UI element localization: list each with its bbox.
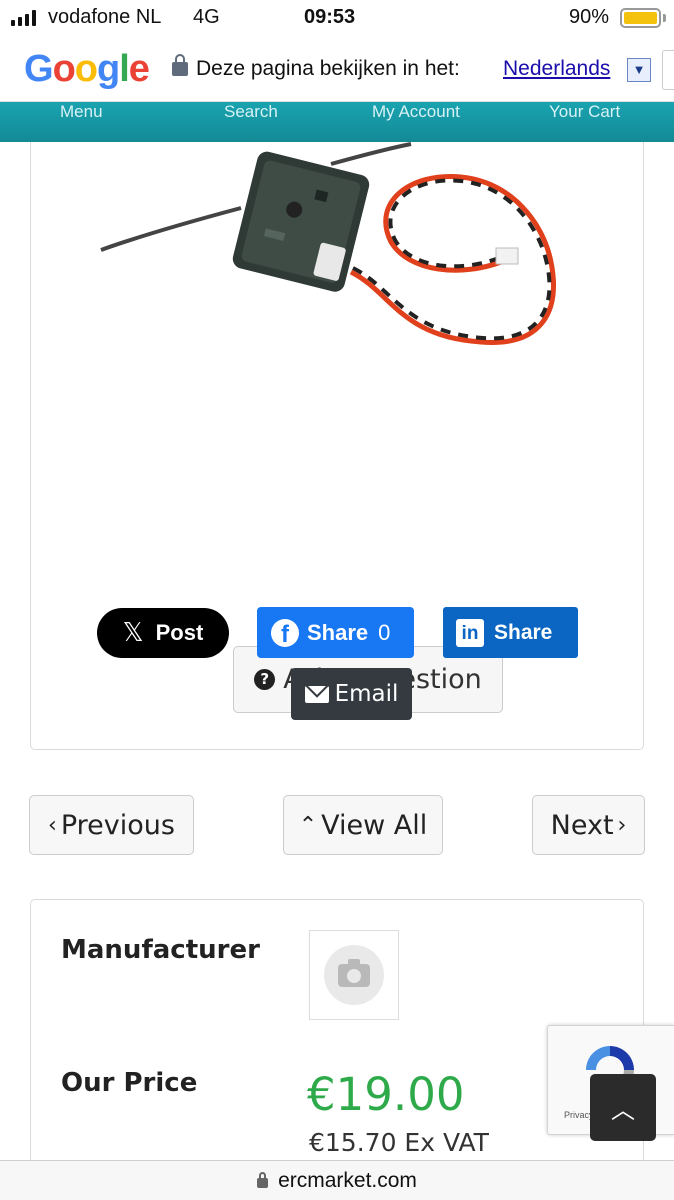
nav-my-account[interactable]: My Account [372,102,460,122]
status-bar: vodafone NL 4G 09:53 90% [0,0,674,38]
translate-prompt: Deze pagina bekijken in het: [196,57,460,80]
signal-icon [11,10,36,26]
camera-placeholder-icon [324,945,384,1005]
previous-button[interactable]: ‹ Previous [29,795,194,855]
x-logo-icon: 𝕏 [122,618,144,648]
google-translate-bar: Google Deze pagina bekijken in het: Nede… [0,38,674,102]
linkedin-share-button[interactable]: in Share [443,607,578,658]
lock-icon [172,54,188,76]
google-logo: Google [24,48,150,90]
view-all-label: View All [321,809,428,841]
facebook-share-label: Share [307,619,369,645]
product-card: ? Ask a question [30,142,644,750]
next-label: Next [550,809,614,841]
nav-menu[interactable]: Menu [60,102,103,122]
question-circle-icon: ? [254,669,276,690]
manufacturer-label: Manufacturer [61,935,260,965]
facebook-share-button[interactable]: f Share 0 [257,607,414,658]
nav-your-cart[interactable]: Your Cart [549,102,620,122]
battery-icon [620,8,661,28]
back-to-top-button[interactable]: ︿ [590,1074,656,1141]
email-share-button[interactable]: Email [291,668,412,720]
manufacturer-logo[interactable] [309,930,399,1020]
envelope-icon [304,685,329,703]
linkedin-icon: in [456,618,484,647]
chevron-left-icon: ‹ [48,812,57,838]
site-nav: Menu Search My Account Your Cart [0,102,674,142]
previous-label: Previous [60,809,175,841]
facebook-icon: f [271,618,299,647]
next-button[interactable]: Next › [532,795,645,855]
battery-percentage: 90% [569,6,610,28]
translate-close-edge[interactable] [662,50,674,90]
chevron-up-icon: ︿ [611,1096,635,1124]
email-share-label: Email [334,681,399,707]
price-value: €19.00 [307,1068,465,1121]
price-label: Our Price [61,1068,198,1098]
chevron-down-icon[interactable]: ▼ [627,58,651,82]
translate-language-link[interactable]: Nederlands [503,57,610,81]
clock: 09:53 [304,6,356,28]
x-post-button[interactable]: 𝕏 Post [97,608,229,658]
facebook-share-count: 0 [378,619,391,645]
network-type: 4G [193,6,220,28]
linkedin-share-label: Share [494,620,553,644]
price-ex-vat: €15.70 Ex VAT [309,1128,489,1157]
lock-icon [257,1172,269,1188]
chevron-up-icon: ⌃ [298,812,318,838]
product-image [100,142,556,345]
nav-search[interactable]: Search [224,102,278,122]
carrier-name: vodafone NL [48,6,162,28]
x-post-label: Post [155,620,204,645]
url-domain: ercmarket.com [278,1168,417,1192]
browser-url-bar[interactable]: ercmarket.com [0,1160,674,1200]
chevron-right-icon: › [617,812,627,838]
view-all-button[interactable]: ⌃ View All [283,795,443,855]
